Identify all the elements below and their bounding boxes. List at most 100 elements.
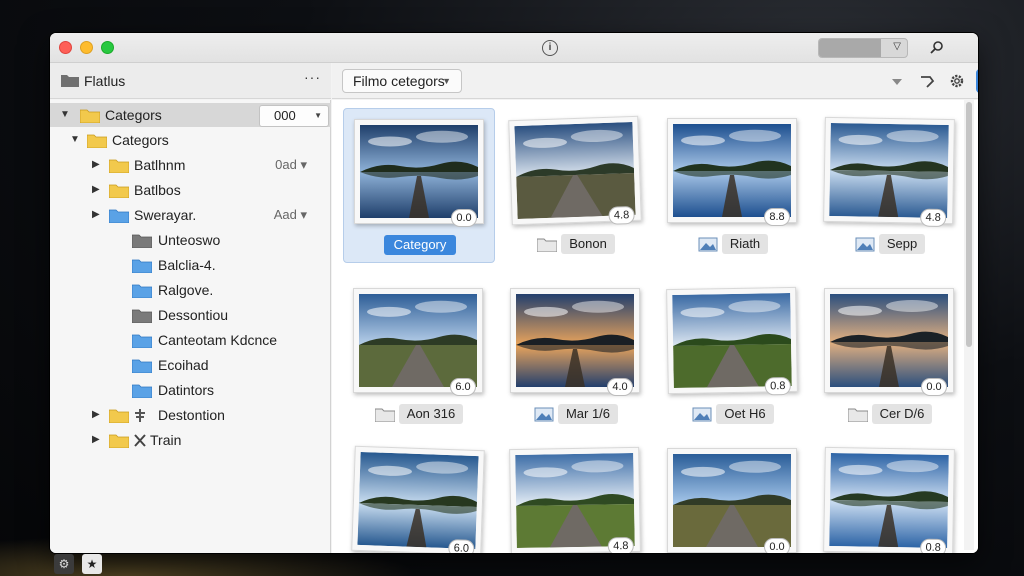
photo-frame: 6.0 bbox=[353, 288, 483, 396]
thumbnail-tile[interactable]: 0.8 Oet H6 bbox=[657, 278, 809, 433]
tile-caption-label[interactable]: Sepp bbox=[878, 234, 926, 254]
tile-caption: Cer D/6 bbox=[814, 403, 966, 425]
photo-thumbnail bbox=[673, 454, 791, 547]
item-count-dropdown[interactable]: 000 ▼ bbox=[259, 105, 329, 127]
thumbnail-tile[interactable]: 4.8 Sepp bbox=[814, 108, 966, 263]
sidebar-item-ralgove[interactable]: Ralgove. bbox=[50, 278, 331, 302]
scrollbar-thumb[interactable] bbox=[966, 102, 972, 347]
folder-icon bbox=[374, 408, 395, 422]
thumbnail-tile[interactable]: 6.0 bbox=[343, 438, 495, 553]
sidebar-item-swerayar[interactable]: ▶ Swerayar. Aad ▾ bbox=[50, 203, 331, 227]
folder-icon bbox=[87, 134, 107, 148]
sidebar-item-ecoihad[interactable]: Ecoihad bbox=[50, 353, 331, 377]
star-dock-icon[interactable]: ★ bbox=[82, 554, 102, 574]
info-icon[interactable]: i bbox=[542, 40, 558, 56]
chevron-down-icon[interactable]: ▼ bbox=[70, 128, 80, 152]
sidebar-item-batlbos[interactable]: ▶ Batlbos bbox=[50, 178, 331, 202]
tag-icon[interactable] bbox=[918, 72, 936, 90]
sidebar-item-meta: Aad ▾ bbox=[273, 207, 307, 222]
sidebar-header: Flatlus ··· bbox=[50, 63, 331, 99]
gear-icon[interactable] bbox=[948, 72, 966, 90]
rating-badge: 4.8 bbox=[608, 205, 635, 225]
tile-caption-label[interactable]: Mar 1/6 bbox=[557, 404, 619, 424]
chevron-down-icon[interactable]: ▼ bbox=[60, 103, 70, 127]
view-mode-toggle[interactable]: ▦ ▼ bbox=[976, 69, 978, 93]
sidebar-item-label: Datintors bbox=[158, 382, 215, 398]
sidebar-item-balclia[interactable]: Balclia-4. bbox=[50, 253, 331, 277]
photo-frame: 0.8 bbox=[823, 446, 955, 553]
search-field-fill bbox=[819, 39, 881, 57]
tile-caption-label[interactable]: Cer D/6 bbox=[871, 404, 933, 424]
sidebar-item-label: Batlhnm bbox=[134, 157, 186, 173]
chevron-right-icon[interactable]: ▶ bbox=[92, 203, 100, 227]
tile-caption-label[interactable]: Category bbox=[383, 235, 457, 255]
photo-frame: 0.0 bbox=[354, 119, 484, 227]
title-search-field[interactable]: ▽ bbox=[818, 38, 908, 58]
rating-badge: 8.8 bbox=[764, 208, 790, 226]
chevron-right-icon[interactable]: ▶ bbox=[92, 403, 100, 427]
thumbnail-tile[interactable]: 4.0 Mar 1/6 bbox=[500, 278, 652, 433]
sidebar-item-train[interactable]: ▶ Train bbox=[50, 428, 331, 452]
tools-icon bbox=[134, 434, 146, 447]
zoom-window-button[interactable] bbox=[101, 41, 114, 54]
photo-frame: 0.0 bbox=[824, 288, 954, 396]
rating-badge: 0.0 bbox=[764, 538, 790, 553]
rating-badge: 6.0 bbox=[450, 378, 476, 396]
rating-badge: 0.0 bbox=[921, 378, 947, 396]
image-icon bbox=[855, 237, 875, 251]
main-toolbar: Filmo cetegors ▼ ▦ ▼ bbox=[332, 63, 978, 99]
category-filter-dropdown[interactable]: Filmo cetegors ▼ bbox=[342, 69, 462, 93]
sidebar-item-unteoswo[interactable]: Unteoswo bbox=[50, 228, 331, 252]
close-window-button[interactable] bbox=[59, 41, 72, 54]
photo-thumbnail bbox=[516, 294, 634, 387]
sidebar-item-destontion[interactable]: ▶ Destontion bbox=[50, 403, 331, 427]
title-bar: i ▽ bbox=[50, 33, 978, 63]
sidebar-item-label: Train bbox=[150, 432, 182, 448]
sidebar-item-label: Unteoswo bbox=[158, 232, 221, 248]
photo-frame: 0.0 bbox=[667, 448, 797, 553]
caption-wrap: Riath bbox=[698, 233, 769, 255]
photo-thumbnail bbox=[357, 451, 479, 550]
sidebar-item-categors[interactable]: ▼ Categors bbox=[50, 128, 331, 152]
chevron-right-icon[interactable]: ▶ bbox=[92, 178, 100, 202]
thumbnail-tile[interactable]: 8.8 Riath bbox=[657, 108, 809, 263]
thumbnail-tile[interactable]: 0.0 Cer D/6 bbox=[814, 278, 966, 433]
folder-icon bbox=[109, 209, 129, 223]
tile-caption-label[interactable]: Oet H6 bbox=[716, 404, 774, 424]
sidebar-item-batlhnm[interactable]: ▶ Batlhnm 0ad ▾ bbox=[50, 153, 331, 177]
thumbnail-tile[interactable]: 4.8 bbox=[500, 438, 652, 553]
sidebar-item-label: Balclia-4. bbox=[158, 257, 216, 273]
pin-icon bbox=[135, 409, 145, 422]
tile-caption-label[interactable]: Aon 316 bbox=[398, 404, 464, 424]
thumbnail-tile[interactable]: 0.0 bbox=[657, 438, 809, 553]
photo-thumbnail bbox=[673, 124, 791, 217]
tile-caption-label[interactable]: Bonon bbox=[561, 234, 615, 254]
sidebar-item-datintors[interactable]: Datintors bbox=[50, 378, 331, 402]
chevron-right-icon[interactable]: ▶ bbox=[92, 428, 100, 452]
thumbnail-tile[interactable]: 6.0 Aon 316 bbox=[343, 278, 495, 433]
photo-thumbnail bbox=[672, 292, 792, 389]
tile-caption: Category bbox=[344, 234, 496, 256]
item-count-value: 000 bbox=[274, 108, 296, 123]
tile-caption-label[interactable]: Riath bbox=[721, 234, 769, 254]
settings-dock-icon[interactable]: ⚙ bbox=[54, 554, 74, 574]
caret-down-icon[interactable] bbox=[888, 72, 906, 90]
minimize-window-button[interactable] bbox=[80, 41, 93, 54]
search-icon[interactable] bbox=[928, 39, 946, 57]
thumbnail-tile[interactable]: 0.0 Category bbox=[343, 108, 495, 263]
folder-icon bbox=[537, 238, 558, 252]
photo-frame: 4.0 bbox=[510, 288, 640, 396]
sidebar-item-dessontiou[interactable]: Dessontiou bbox=[50, 303, 331, 327]
more-options-button[interactable]: ··· bbox=[304, 69, 321, 85]
chevron-right-icon[interactable]: ▶ bbox=[92, 153, 100, 177]
folder-icon bbox=[109, 434, 129, 448]
caption-wrap: Oet H6 bbox=[692, 403, 774, 425]
thumbnail-tile[interactable]: 0.8 bbox=[814, 438, 966, 553]
thumbnail-tile[interactable]: 4.8 Bonon bbox=[500, 108, 652, 263]
category-filter-label: Filmo cetegors bbox=[353, 73, 445, 89]
sidebar-item-canteotam[interactable]: Canteotam Kdcnce bbox=[50, 328, 331, 352]
tile-caption: Mar 1/6 bbox=[500, 403, 652, 425]
photo-frame: 4.8 bbox=[509, 446, 641, 553]
tile-caption: Riath bbox=[657, 233, 809, 255]
rating-badge: 0.8 bbox=[764, 376, 791, 396]
